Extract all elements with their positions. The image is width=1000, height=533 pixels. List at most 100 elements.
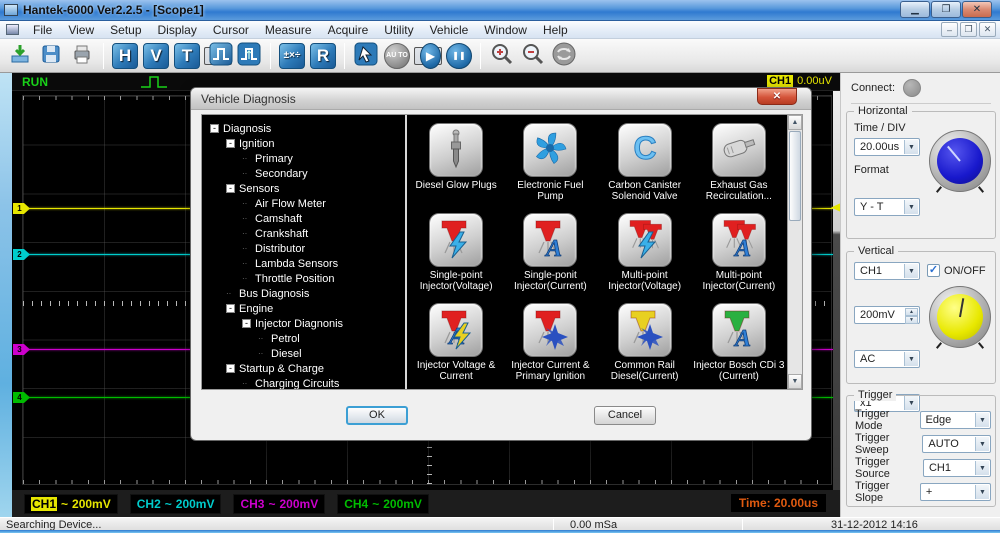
- collapse-icon[interactable]: -: [226, 364, 235, 373]
- save-button[interactable]: [37, 42, 65, 70]
- tree-item-secondary[interactable]: ··Secondary: [202, 166, 405, 181]
- menu-display[interactable]: Display: [150, 21, 205, 39]
- minimize-button[interactable]: ▁: [900, 1, 930, 18]
- tile-injector-volt-curr[interactable]: AInjector Voltage & Current: [409, 297, 503, 387]
- trigger-mode-select[interactable]: Edge▼: [920, 411, 992, 429]
- tile-injector-voltage[interactable]: Single-point Injector(Voltage): [409, 207, 503, 297]
- tree-item-throttle-position[interactable]: ··Throttle Position: [202, 271, 405, 286]
- zoom-out-button[interactable]: [519, 42, 547, 70]
- tree-item-charging-circuits[interactable]: ··Charging Circuits: [202, 376, 405, 389]
- tile-bosch-cdi[interactable]: AInjector Bosch CDi 3 (Current): [692, 297, 786, 387]
- menu-measure[interactable]: Measure: [257, 21, 320, 39]
- cursor-tool-button[interactable]: [352, 42, 380, 70]
- menu-help[interactable]: Help: [535, 21, 576, 39]
- tile-fuel-pump[interactable]: Electronic Fuel Pump: [503, 117, 597, 207]
- format-select[interactable]: Y - T▼: [854, 198, 920, 216]
- autoset-button[interactable]: AU TO: [383, 42, 411, 70]
- tree-item-startup-charge[interactable]: -Startup & Charge: [202, 361, 405, 376]
- zoom-in-button[interactable]: [488, 42, 516, 70]
- collapse-icon[interactable]: -: [210, 124, 219, 133]
- collapse-icon[interactable]: -: [242, 319, 251, 328]
- single-pulse-button[interactable]: [204, 47, 232, 65]
- dialog-close-button[interactable]: ✕: [757, 88, 797, 105]
- tree-item-diagnosis[interactable]: -Diagnosis: [202, 121, 405, 136]
- horizontal-setup-button[interactable]: H: [111, 42, 139, 70]
- trigger-sweep-select[interactable]: AUTO▼: [922, 435, 991, 453]
- screen-right-scrollbar[interactable]: [833, 91, 840, 490]
- pause-button[interactable]: ❚❚: [445, 42, 473, 70]
- tile-multi-injector-current[interactable]: AMulti-point Injector(Current): [692, 207, 786, 297]
- tile-exhaust[interactable]: Exhaust Gas Recirculation...: [692, 117, 786, 207]
- trigger-setup-button[interactable]: T: [173, 42, 201, 70]
- coupling-select[interactable]: AC▼: [854, 350, 920, 368]
- channel-readout-ch2[interactable]: CH2~200mV: [130, 494, 222, 514]
- mdi-close-button[interactable]: ✕: [979, 22, 996, 37]
- spinner-arrows[interactable]: ▲▼: [905, 308, 918, 322]
- close-button[interactable]: ✕: [962, 1, 992, 18]
- tree-item-diesel[interactable]: ··Diesel: [202, 346, 405, 361]
- channel-marker-ch1[interactable]: 1: [13, 203, 30, 214]
- trigger-source-select[interactable]: CH1▼: [923, 459, 991, 477]
- trigger-slope-select[interactable]: +▼: [920, 483, 991, 501]
- tree-item-primary[interactable]: ··Primary: [202, 151, 405, 166]
- channel-marker-ch2[interactable]: 2: [13, 249, 30, 260]
- tree-item-petrol[interactable]: ··Petrol: [202, 331, 405, 346]
- tree-item-camshaft[interactable]: ··Camshaft: [202, 211, 405, 226]
- menu-window[interactable]: Window: [476, 21, 535, 39]
- volts-div-spinner[interactable]: 200mV ▲▼: [854, 306, 920, 324]
- channel-readout-ch1[interactable]: CH1~200mV: [24, 494, 118, 514]
- menu-view[interactable]: View: [60, 21, 102, 39]
- refresh-button[interactable]: [550, 42, 578, 70]
- tile-common-rail[interactable]: Common Rail Diesel(Current): [598, 297, 692, 387]
- cancel-button[interactable]: Cancel: [594, 406, 656, 425]
- tree-item-sensors[interactable]: -Sensors: [202, 181, 405, 196]
- tree-item-crankshaft[interactable]: ··Crankshaft: [202, 226, 405, 241]
- tree-item-air-flow-meter[interactable]: ··Air Flow Meter: [202, 196, 405, 211]
- collapse-icon[interactable]: -: [226, 304, 235, 313]
- collapse-icon[interactable]: -: [226, 184, 235, 193]
- horizontal-knob[interactable]: [929, 130, 991, 192]
- tree-item-injector-diagnonis[interactable]: -Injector Diagnonis: [202, 316, 405, 331]
- pulse-trigger-button[interactable]: [235, 42, 263, 70]
- onoff-checkbox[interactable]: ✓: [927, 264, 940, 277]
- menu-vehicle[interactable]: Vehicle: [422, 21, 477, 39]
- restore-button[interactable]: ❐: [931, 1, 961, 18]
- scrollbar-thumb[interactable]: [789, 131, 801, 221]
- math-button[interactable]: ±×÷: [278, 42, 306, 70]
- print-button[interactable]: [68, 42, 96, 70]
- tree-item-bus-diagnosis[interactable]: ··Bus Diagnosis: [202, 286, 405, 301]
- ok-button[interactable]: OK: [346, 406, 408, 425]
- tree-item-engine[interactable]: -Engine: [202, 301, 405, 316]
- menu-cursor[interactable]: Cursor: [205, 21, 257, 39]
- channel-readout-ch3[interactable]: CH3~200mV: [233, 494, 325, 514]
- tile-scrollbar[interactable]: ▲ ▼: [787, 115, 802, 389]
- tree-item-ignition[interactable]: -Ignition: [202, 136, 405, 151]
- channel-marker-ch4[interactable]: 4: [13, 392, 30, 403]
- tile-injector-current[interactable]: ASingle-ponit Injector(Current): [503, 207, 597, 297]
- mdi-minimize-button[interactable]: –: [941, 22, 958, 37]
- time-div-select[interactable]: 20.00us▼: [854, 138, 920, 156]
- vertical-setup-button[interactable]: V: [142, 42, 170, 70]
- channel-readout-ch4[interactable]: CH4~200mV: [337, 494, 429, 514]
- open-button[interactable]: [6, 42, 34, 70]
- menu-file[interactable]: File: [25, 21, 60, 39]
- channel-marker-ch3[interactable]: 3: [13, 344, 30, 355]
- tile-injector-spark[interactable]: Injector Current & Primary Ignition: [503, 297, 597, 387]
- tree-item-lambda-sensors[interactable]: ··Lambda Sensors: [202, 256, 405, 271]
- channel-select[interactable]: CH1▼: [854, 262, 920, 280]
- dialog-title-bar[interactable]: Vehicle Diagnosis: [191, 88, 811, 110]
- menu-setup[interactable]: Setup: [102, 21, 149, 39]
- tile-canister-c[interactable]: CCarbon Canister Solenoid Valve: [598, 117, 692, 207]
- vertical-knob[interactable]: [929, 286, 991, 348]
- scroll-up-icon[interactable]: ▲: [788, 115, 802, 130]
- menu-acquire[interactable]: Acquire: [320, 21, 377, 39]
- reference-button[interactable]: R: [309, 42, 337, 70]
- menu-utility[interactable]: Utility: [376, 21, 421, 39]
- scroll-down-icon[interactable]: ▼: [788, 374, 802, 389]
- tile-multi-injector-voltage[interactable]: Multi-point Injector(Voltage): [598, 207, 692, 297]
- collapse-icon[interactable]: -: [226, 139, 235, 148]
- tree-item-distributor[interactable]: ··Distributor: [202, 241, 405, 256]
- run-button[interactable]: ▶: [414, 47, 442, 65]
- tile-glow-plug[interactable]: Diesel Glow Plugs: [409, 117, 503, 207]
- mdi-restore-button[interactable]: ❐: [960, 22, 977, 37]
